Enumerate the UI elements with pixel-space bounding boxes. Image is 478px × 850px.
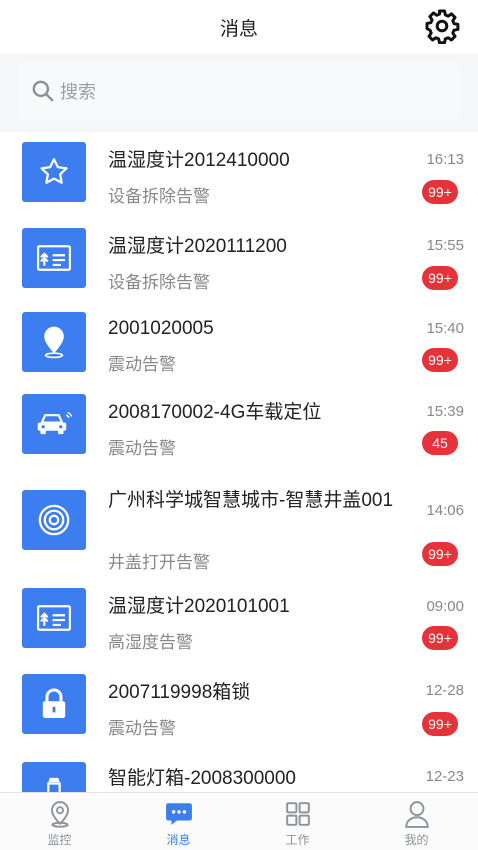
lamp-icon	[22, 762, 86, 792]
message-time: 15:39	[426, 403, 464, 420]
unread-badge: 99+	[422, 180, 458, 204]
list-item[interactable]: 2008170002-4G车载定位 震动告警 15:39 45	[0, 388, 478, 472]
tab-label: 我的	[404, 833, 429, 847]
tab-profile[interactable]: 我的	[357, 793, 476, 850]
message-subtitle: 井盖打开告警	[108, 553, 210, 572]
message-title: 广州科学城智慧城市-智慧井盖001	[108, 490, 394, 511]
star-icon	[22, 142, 86, 202]
message-time: 14:06	[426, 502, 464, 519]
message-title: 温湿度计2012410000	[108, 150, 290, 171]
sensor-card-icon	[22, 588, 86, 648]
message-time: 16:13	[426, 151, 464, 168]
list-item[interactable]: 2001020005 震动告警 15:40 99+	[0, 304, 478, 388]
message-title: 温湿度计2020101001	[108, 596, 290, 617]
tab-label: 工作	[285, 833, 310, 847]
unread-badge: 99+	[422, 626, 458, 650]
message-title: 智能灯箱-2008300000	[108, 768, 296, 789]
location-pin-icon	[45, 799, 75, 829]
message-title: 2008170002-4G车载定位	[108, 402, 322, 423]
tab-label: 消息	[166, 833, 191, 847]
message-time: 09:00	[426, 598, 464, 615]
search-icon	[32, 80, 54, 102]
message-time: 15:40	[426, 320, 464, 337]
message-time: 12-23	[425, 768, 464, 785]
list-item[interactable]: 广州科学城智慧城市-智慧井盖001 井盖打开告警 14:06 99+	[0, 472, 478, 584]
message-subtitle: 高湿度告警	[108, 633, 193, 652]
message-list: 温湿度计2012410000 设备拆除告警 16:13 99+ 温湿度计2020…	[0, 132, 478, 792]
tab-label: 监控	[47, 833, 72, 847]
unread-badge: 99+	[422, 266, 458, 290]
unread-badge: 99+	[422, 712, 458, 736]
bottom-tab-bar: 监控 消息 工作 我的	[0, 792, 478, 850]
message-subtitle: 震动告警	[108, 355, 176, 374]
location-pin-icon	[22, 312, 86, 372]
list-item[interactable]: 温湿度计2020111200 设备拆除告警 15:55 99+	[0, 220, 478, 304]
gear-icon[interactable]	[422, 6, 462, 46]
list-item[interactable]: 温湿度计2020101001 高湿度告警 09:00 99+	[0, 584, 478, 668]
sensor-card-icon	[22, 228, 86, 288]
grid-icon	[283, 799, 313, 829]
unread-badge: 99+	[422, 348, 458, 372]
message-title: 2001020005	[108, 318, 214, 339]
message-subtitle: 震动告警	[108, 719, 176, 738]
message-subtitle: 震动告警	[108, 439, 176, 458]
chat-icon	[164, 799, 194, 829]
message-title: 温湿度计2020111200	[108, 236, 287, 257]
lock-icon	[22, 674, 86, 734]
user-icon	[402, 799, 432, 829]
tab-work[interactable]: 工作	[238, 793, 357, 850]
list-item[interactable]: 温湿度计2012410000 设备拆除告警 16:13 99+	[0, 132, 478, 220]
message-time: 15:55	[426, 237, 464, 254]
tab-messages[interactable]: 消息	[119, 793, 238, 850]
message-time: 12-28	[425, 682, 464, 699]
manhole-cover-icon	[22, 490, 86, 550]
list-item[interactable]: 2007119998箱锁 震动告警 12-28 99+	[0, 668, 478, 756]
search-placeholder: 搜索	[60, 82, 96, 102]
message-subtitle: 设备拆除告警	[108, 273, 210, 292]
unread-badge: 45	[422, 431, 458, 455]
search-area: 搜索	[0, 54, 478, 132]
tab-monitor[interactable]: 监控	[0, 793, 119, 850]
page-title: 消息	[219, 19, 258, 40]
message-subtitle: 设备拆除告警	[108, 187, 210, 206]
top-bar: 消息	[0, 0, 478, 54]
search-input[interactable]: 搜索	[18, 62, 460, 120]
list-item[interactable]: 智能灯箱-2008300000 12-23	[0, 756, 478, 792]
message-title: 2007119998箱锁	[108, 682, 251, 703]
car-icon	[22, 394, 86, 454]
unread-badge: 99+	[422, 542, 458, 566]
